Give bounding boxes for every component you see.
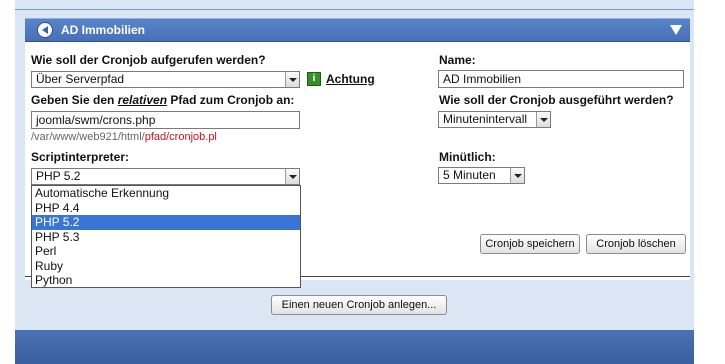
path-hint-base: /var/www/web921/html/ — [31, 131, 145, 143]
interpreter-option[interactable]: Perl — [32, 244, 300, 259]
chevron-down-icon — [536, 112, 550, 127]
collapse-triangle-icon[interactable] — [670, 25, 682, 35]
interpreter-option[interactable]: Ruby — [32, 259, 300, 274]
interpreter-dropdown-list[interactable]: Automatische Erkennung PHP 4.4 PHP 5.2 PHP … — [31, 185, 301, 288]
warning-link[interactable]: Achtung — [326, 72, 375, 86]
call-method-select[interactable]: Über Serverpfad — [31, 71, 300, 88]
interpreter-option[interactable]: Python — [32, 273, 300, 288]
chevron-down-icon — [510, 168, 524, 183]
minutely-value: 5 Minuten — [443, 168, 496, 182]
back-arrow-icon[interactable] — [37, 22, 53, 38]
call-method-label: Wie soll der Cronjob aufgerufen werden? — [31, 53, 266, 67]
footer-bar — [15, 330, 694, 364]
info-icon: i — [307, 72, 321, 86]
path-label-pre: Geben Sie den — [31, 93, 118, 107]
panel-title: AD Immobilien — [61, 23, 146, 37]
call-method-value: Über Serverpfad — [36, 72, 125, 86]
chevron-down-icon — [285, 72, 299, 87]
interpreter-option[interactable]: PHP 5.2 — [32, 215, 300, 230]
save-button[interactable]: Cronjob speichern — [480, 234, 580, 254]
minutely-select[interactable]: 5 Minuten — [438, 167, 525, 184]
interpreter-value: PHP 5.2 — [36, 169, 81, 183]
interpreter-select[interactable]: PHP 5.2 — [31, 168, 300, 185]
panel-header[interactable]: AD Immobilien — [25, 18, 690, 42]
path-hint: /var/www/web921/html/pfad/cronjob.pl — [31, 131, 217, 143]
delete-button[interactable]: Cronjob löschen — [586, 234, 686, 254]
path-label-emphasis: relativen — [117, 93, 168, 107]
right-gutter — [694, 0, 725, 364]
exec-mode-select[interactable]: Minutenintervall — [438, 111, 551, 128]
path-label-post: Pfad zum Cronjob an: — [167, 93, 295, 107]
new-cronjob-button[interactable]: Einen neuen Cronjob anlegen... — [271, 295, 447, 315]
interpreter-option[interactable]: PHP 4.4 — [32, 201, 300, 216]
top-divider — [15, 9, 694, 10]
interpreter-option[interactable]: Automatische Erkennung — [32, 186, 300, 201]
interpreter-option[interactable]: PHP 5.3 — [32, 230, 300, 245]
interpreter-label: Scriptinterpreter: — [31, 150, 130, 164]
path-input[interactable]: joomla/swm/crons.php — [31, 111, 300, 129]
path-hint-example: pfad/cronjob.pl — [144, 131, 217, 143]
name-label: Name: — [439, 53, 476, 67]
path-label: Geben Sie den relativen Pfad zum Cronjob… — [31, 93, 294, 107]
exec-mode-label: Wie soll der Cronjob ausgeführt werden? — [439, 93, 674, 107]
chevron-down-icon — [285, 169, 299, 184]
exec-mode-value: Minutenintervall — [443, 112, 528, 126]
minutely-label: Minütlich: — [439, 150, 496, 164]
name-input[interactable]: AD Immobilien — [438, 70, 684, 88]
